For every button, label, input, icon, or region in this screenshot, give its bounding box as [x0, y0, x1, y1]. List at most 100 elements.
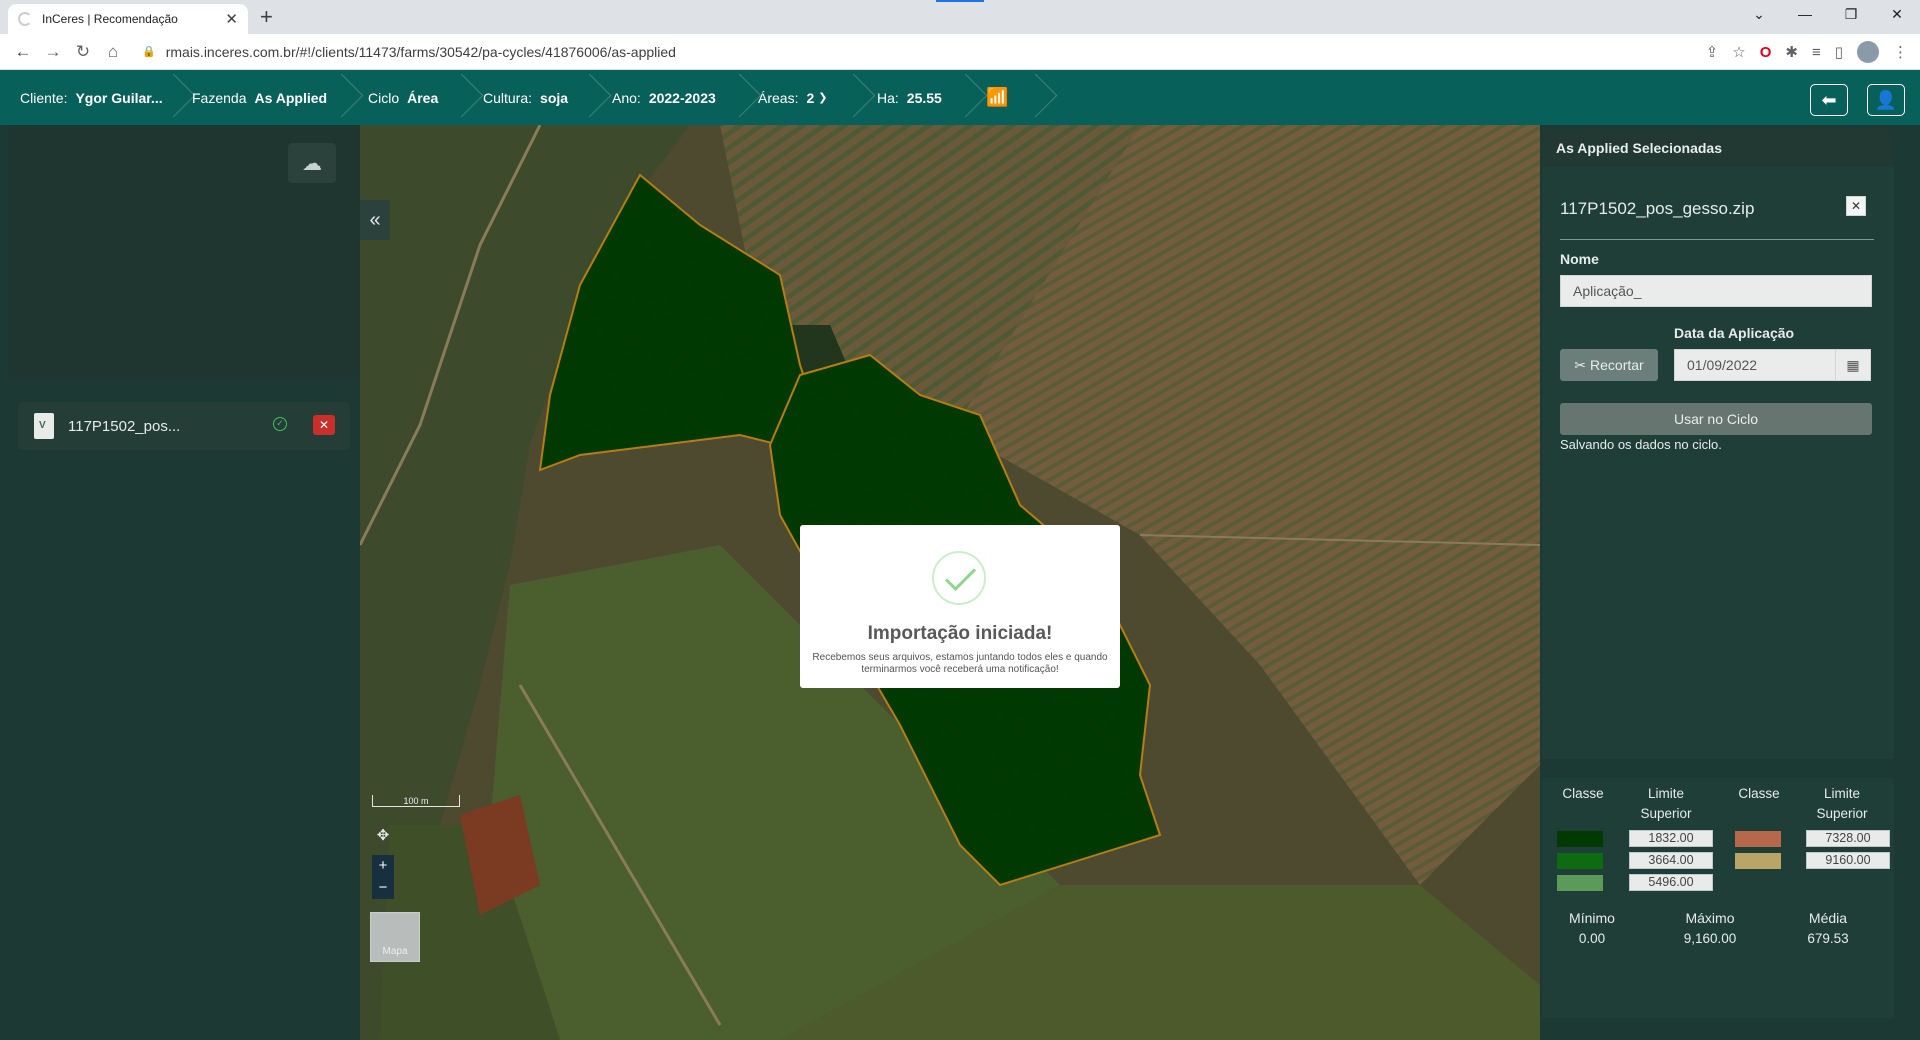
window-controls: ⌄ — ❐ ✕	[1736, 0, 1920, 30]
star-icon[interactable]: ☆	[1732, 43, 1745, 61]
class-limit[interactable]: 9160.00	[1806, 852, 1890, 869]
browser-tab[interactable]: InCeres | Recomendação ✕	[8, 4, 248, 34]
max-label: Máximo	[1685, 910, 1735, 926]
areas-value: 2	[806, 89, 815, 106]
selected-file-name: 117P1502_pos_gesso.zip	[1560, 199, 1755, 218]
map-area[interactable]: « 100 m ✥ + − Mapa Importação iniciada! …	[360, 125, 1540, 1040]
usar-no-ciclo-button[interactable]: Usar no Ciclo	[1560, 403, 1872, 435]
crumb-separator	[456, 70, 472, 125]
browser-menu-icon[interactable]: ⋮	[1893, 43, 1908, 61]
cliente-value: Ygor Guilar...	[75, 89, 163, 106]
upload-area: ☁	[8, 125, 360, 380]
areas-label: Áreas:	[758, 89, 799, 106]
new-tab-icon[interactable]: +	[260, 6, 273, 28]
opera-extension-icon[interactable]: O	[1760, 44, 1772, 61]
saving-status: Salvando os dados no ciclo.	[1560, 437, 1722, 452]
browser-tabbar: InCeres | Recomendação ✕ + ⌄ — ❐ ✕	[0, 0, 1920, 34]
close-window-icon[interactable]: ✕	[1874, 0, 1920, 30]
crumb-fazenda[interactable]: Fazenda As Applied	[192, 70, 327, 125]
modal-title: Importação iniciada!	[867, 623, 1053, 644]
right-panel: As Applied Selecionadas 117P1502_pos_ges…	[1540, 125, 1920, 1040]
side-panel-icon[interactable]: ▯	[1835, 43, 1843, 61]
crumb-ciclo[interactable]: Ciclo Área	[368, 70, 438, 125]
avg-label: Média	[1808, 910, 1848, 926]
share-icon[interactable]: ⇪	[1706, 43, 1719, 61]
pan-icon[interactable]: ✥	[372, 825, 394, 847]
profile-avatar[interactable]	[1857, 41, 1879, 63]
tab-search-icon[interactable]: ⌄	[1736, 0, 1782, 30]
map-layer-label: Mapa	[382, 946, 408, 957]
chevron-down-icon: ❯	[818, 92, 828, 104]
map-layer-toggle[interactable]: Mapa	[370, 912, 420, 962]
url-field[interactable]: 🔒 rmais.inceres.com.br/#!/clients/11473/…	[142, 38, 1642, 66]
extensions-icon[interactable]: ✱	[1785, 43, 1798, 61]
date-input[interactable]: 01/09/2022	[1674, 349, 1836, 381]
class-swatch[interactable]	[1557, 853, 1603, 869]
ciclo-value: Área	[407, 89, 439, 106]
nome-input[interactable]: Aplicação_	[1560, 275, 1872, 307]
fazenda-label: Fazenda	[192, 89, 247, 106]
scissors-icon: ✂	[1574, 356, 1587, 373]
class-swatch[interactable]	[1735, 831, 1781, 847]
file-list-item[interactable]: 117P1502_pos... ✓ ✕	[18, 402, 350, 450]
url-text: rmais.inceres.com.br/#!/clients/11473/fa…	[165, 43, 676, 60]
check-circle-icon: ✓	[273, 417, 287, 431]
zoom-out-button[interactable]: −	[372, 877, 394, 899]
legend-panel: Classe Limite Superior Classe Limite Sup…	[1542, 778, 1894, 1018]
class-limit[interactable]: 5496.00	[1629, 874, 1713, 891]
upload-button[interactable]: ☁	[288, 143, 336, 183]
collapse-sidebar-button[interactable]: «	[360, 200, 390, 240]
user-menu-button[interactable]: 👤	[1867, 84, 1905, 116]
panel-title: As Applied Selecionadas	[1542, 129, 1894, 167]
class-limit[interactable]: 1832.00	[1629, 830, 1713, 847]
file-icon	[34, 413, 54, 439]
cloud-upload-icon: ☁	[302, 152, 322, 175]
class-limit[interactable]: 3664.00	[1629, 852, 1713, 869]
recortar-button[interactable]: ✂ Recortar	[1560, 349, 1658, 381]
home-icon[interactable]: ⌂	[98, 42, 128, 62]
reload-icon[interactable]: ↻	[68, 42, 98, 62]
recortar-label: Recortar	[1590, 357, 1644, 373]
crumb-separator	[960, 70, 976, 125]
fazenda-value: As Applied	[254, 89, 328, 106]
user-icon: 👤	[1874, 89, 1898, 110]
cliente-label: Cliente:	[20, 89, 68, 106]
date-value: 01/09/2022	[1687, 357, 1758, 373]
class-swatch[interactable]	[1557, 831, 1603, 847]
limite-header: Limite Superior	[1640, 786, 1692, 821]
crumb-ano[interactable]: Ano: 2022-2023	[612, 70, 716, 125]
reading-list-icon[interactable]: ≡	[1812, 44, 1821, 61]
forward-icon[interactable]: →	[38, 42, 68, 62]
success-check-icon	[932, 551, 986, 605]
zoom-in-button[interactable]: +	[372, 855, 394, 877]
crumb-areas[interactable]: Áreas: 2 ❯	[758, 70, 827, 125]
arrow-left-icon: ⬅	[1821, 89, 1837, 110]
restore-icon[interactable]: ❐	[1828, 0, 1874, 30]
data-aplicacao-label: Data da Aplicação	[1674, 325, 1795, 341]
back-icon[interactable]: ←	[8, 42, 38, 62]
file-name: 117P1502_pos...	[68, 417, 181, 435]
double-chevron-left-icon: «	[369, 208, 381, 231]
limite-header: Limite Superior	[1816, 786, 1868, 821]
remove-file-button[interactable]: ✕	[1846, 196, 1866, 216]
class-swatch[interactable]	[1557, 875, 1603, 891]
minimize-icon[interactable]: —	[1782, 0, 1828, 30]
tab-title: InCeres | Recomendação	[42, 12, 178, 26]
usar-no-ciclo-label: Usar no Ciclo	[1673, 411, 1759, 427]
crumb-cliente[interactable]: Cliente: Ygor Guilar...	[20, 70, 163, 125]
nome-value: Aplicação_	[1573, 283, 1642, 299]
class-swatch[interactable]	[1735, 853, 1781, 869]
class-limit[interactable]: 7328.00	[1806, 830, 1890, 847]
delete-file-button[interactable]: ✕	[313, 415, 335, 435]
connection-status: 📶	[986, 70, 1008, 125]
tab-close-icon[interactable]: ✕	[225, 10, 238, 28]
left-sidebar: ☁ 117P1502_pos... ✓ ✕	[0, 125, 360, 1040]
map-scale: 100 m	[372, 795, 460, 807]
crumb-cultura[interactable]: Cultura: soja	[483, 70, 568, 125]
cultura-value: soja	[540, 89, 569, 106]
min-label: Mínimo	[1569, 910, 1615, 926]
back-button[interactable]: ⬅	[1810, 84, 1848, 116]
calendar-button[interactable]: ▦	[1835, 349, 1871, 381]
ano-value: 2022-2023	[648, 89, 716, 106]
favicon-icon	[18, 12, 32, 26]
